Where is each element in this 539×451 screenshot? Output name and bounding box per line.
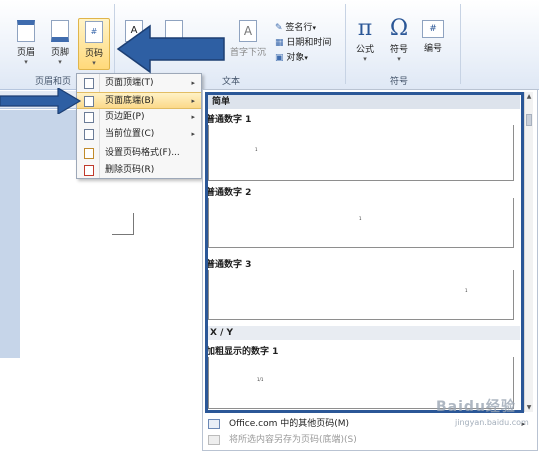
menu-item-remove-page-numbers[interactable]: 删除页码(R) <box>77 162 201 179</box>
chevron-down-icon: ▾ <box>363 55 367 63</box>
gallery-scrollbar[interactable]: ▲ ▼ <box>524 92 533 412</box>
footer-icon <box>51 20 69 42</box>
header-icon <box>17 20 35 42</box>
group-separator <box>114 4 115 84</box>
scroll-thumb[interactable] <box>526 114 532 126</box>
date-time-button[interactable]: ▦ 日期和时间 <box>275 35 331 48</box>
page-number-icon: # <box>85 21 103 43</box>
page-corner-mark <box>112 213 134 235</box>
scroll-up-icon[interactable]: ▲ <box>525 92 533 101</box>
numbering-button[interactable]: # 编号 <box>420 20 446 54</box>
group-label-header-footer: 页眉和页 <box>35 77 72 87</box>
save-selection-as-page-number[interactable]: 将所选内容另存为页码(底端)(S) <box>203 432 533 448</box>
menu-item-label: 页面底端(B) <box>105 96 155 106</box>
office-com-icon <box>208 419 220 429</box>
menu-item-current-position[interactable]: 当前位置(C) ▸ <box>77 126 201 143</box>
group-separator <box>460 4 461 84</box>
signature-label: 签名行 <box>285 23 313 33</box>
omega-icon: Ω <box>389 16 409 41</box>
numbering-label: 编号 <box>423 44 442 54</box>
page-top-icon <box>84 78 94 89</box>
menu-item-top-of-page[interactable]: 页面顶端(T) ▸ <box>77 75 201 92</box>
page-number-menu: 页面顶端(T) ▸ 页面底端(B) ▸ 页边距(P) ▸ 当前位置(C) ▸ 设… <box>76 73 202 179</box>
menu-item-bottom-of-page[interactable]: 页面底端(B) ▸ <box>77 92 201 109</box>
symbol-label: 符号 <box>389 45 408 55</box>
page-bottom-icon <box>84 96 94 107</box>
symbol-button[interactable]: Ω 符号 ▾ <box>386 16 412 63</box>
signature-icon: ✎ <box>275 23 283 33</box>
object-button[interactable]: ▣ 对象▾ <box>275 50 308 63</box>
more-page-numbers-label: Office.com 中的其他页码(M) <box>229 419 350 429</box>
remove-icon <box>84 165 94 176</box>
watermark-url: jingyan.baidu.com <box>455 418 529 427</box>
highlight-frame <box>205 92 524 413</box>
equation-label: 公式 <box>355 45 374 55</box>
group-label-text: 文本 <box>222 77 241 87</box>
scroll-down-icon[interactable]: ▼ <box>525 403 533 412</box>
chevron-down-icon: ▾ <box>24 58 28 66</box>
calendar-icon: ▦ <box>275 38 284 48</box>
chevron-down-icon: ▾ <box>58 58 62 66</box>
footer-button[interactable]: 页脚 ▾ <box>46 20 74 66</box>
save-gallery-icon <box>208 435 220 445</box>
page-number-button[interactable]: # 页码 ▾ <box>78 18 110 70</box>
menu-item-format-page-numbers[interactable]: 设置页码格式(F)... <box>77 145 201 162</box>
submenu-arrow-icon: ▸ <box>191 130 195 138</box>
pi-icon: π <box>357 16 373 41</box>
drop-cap-icon: A <box>239 20 257 42</box>
header-button[interactable]: 页眉 ▾ <box>12 20 40 66</box>
document-page[interactable] <box>20 160 205 358</box>
object-icon: ▣ <box>275 53 284 63</box>
menu-item-label: 删除页码(R) <box>105 165 155 175</box>
page-margin-icon <box>84 112 94 123</box>
menu-item-label: 设置页码格式(F)... <box>105 148 180 158</box>
submenu-arrow-icon: ▸ <box>191 97 195 105</box>
group-label-symbols: 符号 <box>390 77 409 87</box>
format-icon <box>84 148 94 159</box>
group-separator <box>345 4 346 84</box>
drop-cap-label: 首字下沉 <box>229 48 266 58</box>
date-time-label: 日期和时间 <box>286 38 332 48</box>
menu-item-label: 当前位置(C) <box>105 129 155 139</box>
menu-item-label: 页边距(P) <box>105 112 145 122</box>
page-number-label: 页码 <box>84 49 103 59</box>
chevron-down-icon: ▾ <box>92 59 96 67</box>
submenu-arrow-icon: ▸ <box>191 79 195 87</box>
header-label: 页眉 <box>16 48 35 58</box>
equation-button[interactable]: π 公式 ▾ <box>352 16 378 63</box>
annotation-arrow-left <box>116 24 225 74</box>
chevron-down-icon: ▾ <box>397 55 401 63</box>
numbering-icon: # <box>422 20 444 38</box>
current-position-icon <box>84 129 94 140</box>
menu-item-page-margins[interactable]: 页边距(P) ▸ <box>77 109 201 126</box>
object-label: 对象 <box>286 53 305 63</box>
footer-label: 页脚 <box>50 48 69 58</box>
submenu-arrow-icon: ▸ <box>191 113 195 121</box>
save-selection-label: 将所选内容另存为页码(底端)(S) <box>229 435 357 445</box>
menu-item-label: 页面顶端(T) <box>105 78 154 88</box>
signature-line-button[interactable]: ✎ 签名行▾ <box>275 20 316 33</box>
drop-cap-button[interactable]: A 首字下沉 <box>227 20 269 58</box>
watermark-logo: Baidu经验 <box>436 399 516 415</box>
annotation-arrow-right <box>0 88 82 114</box>
